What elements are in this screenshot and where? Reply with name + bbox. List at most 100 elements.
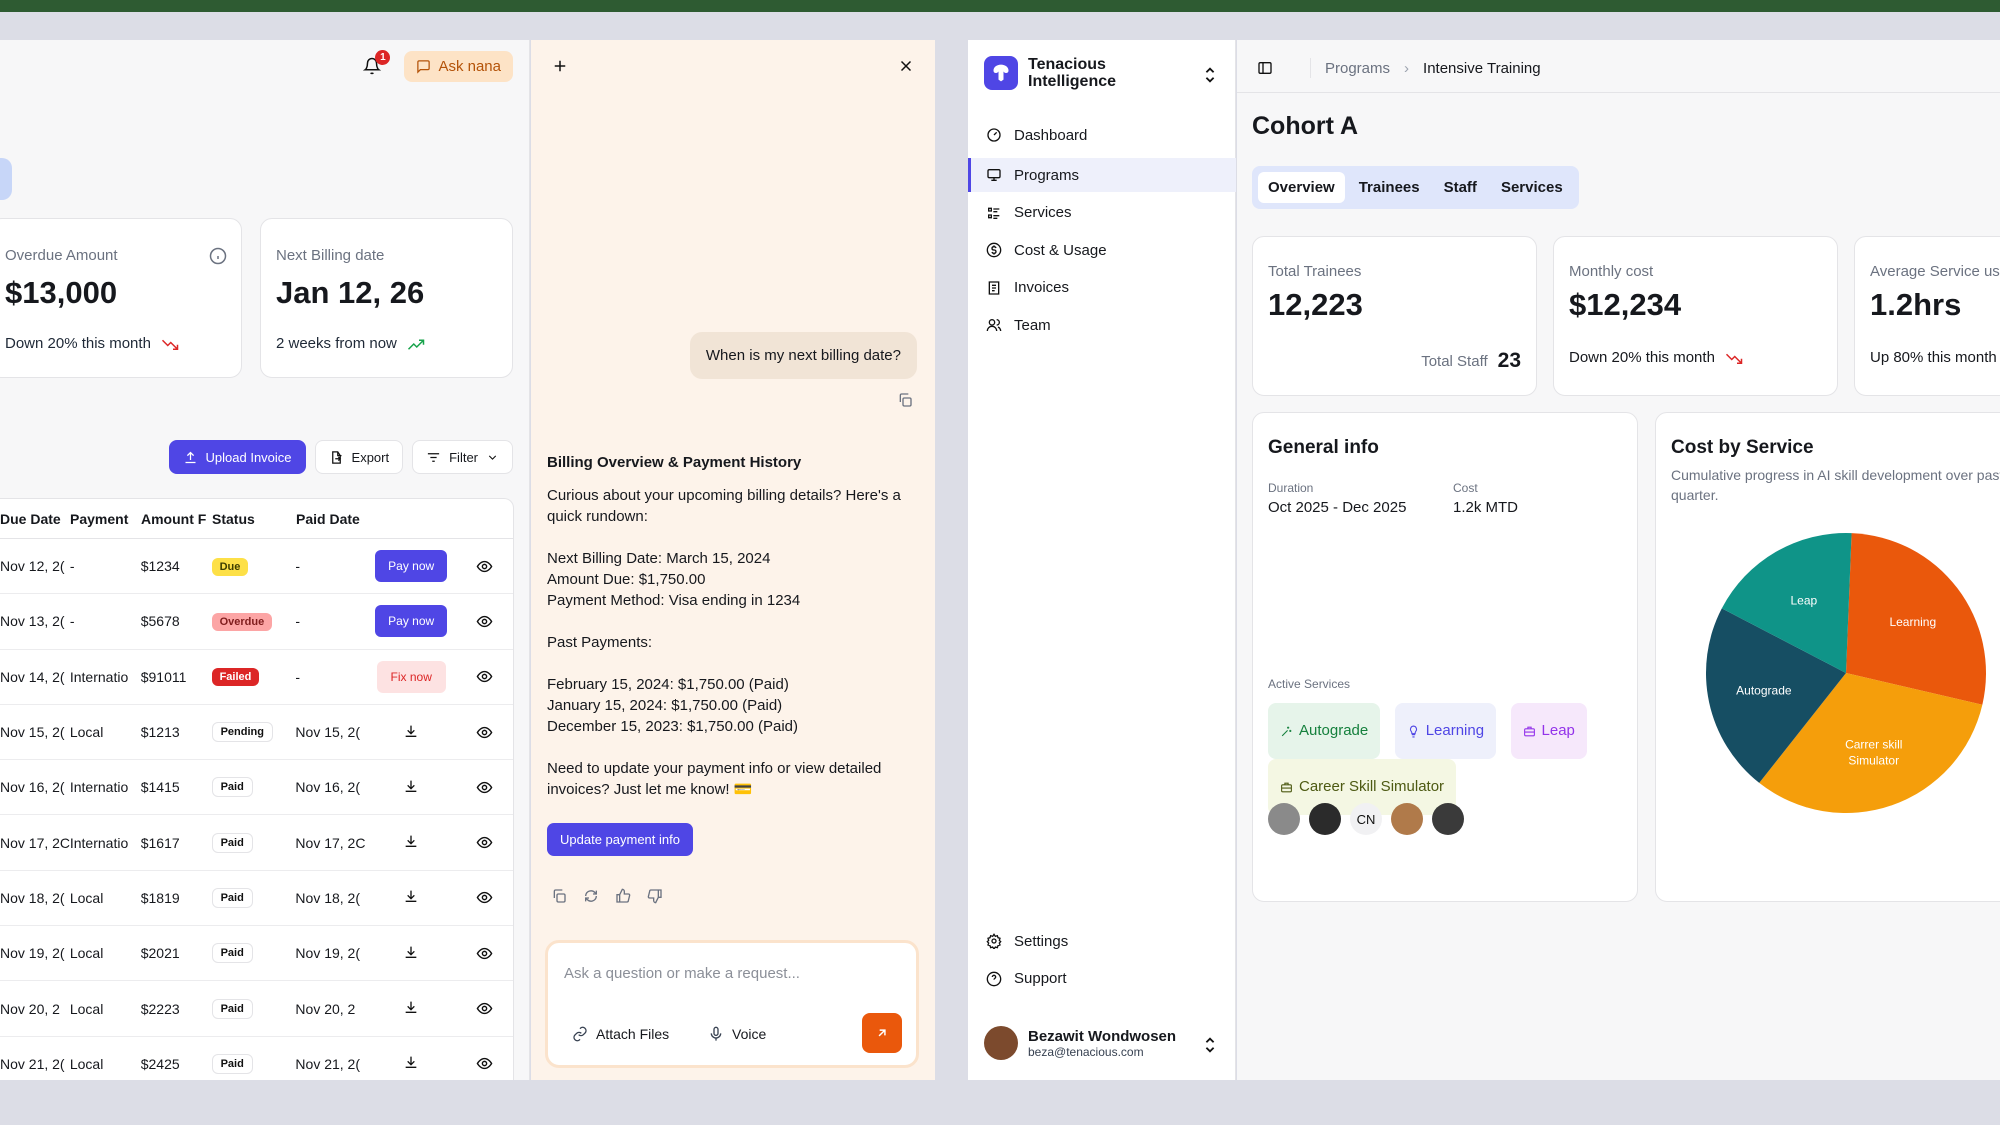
sidebar-item-services[interactable]: Services (968, 196, 1236, 230)
sidebar-item-cost-usage[interactable]: Cost & Usage (968, 233, 1236, 267)
total-staff: Total Staff 23 (1421, 349, 1521, 373)
thumbs-down-icon[interactable] (647, 888, 663, 904)
download-button[interactable] (403, 944, 419, 963)
table-row[interactable]: Nov 16, 2( Internatio $1415 Paid Nov 16,… (0, 760, 513, 816)
ask-nana-button[interactable]: Ask nana (404, 50, 513, 82)
sidebar-item-invoices[interactable]: Invoices (968, 271, 1236, 305)
sidebar-nav: Dashboard Programs Services Cost & Usage… (968, 118, 1236, 346)
avatar[interactable] (1268, 803, 1300, 835)
table-row[interactable]: Nov 15, 2( Local $1213 Pending Nov 15, 2… (0, 705, 513, 761)
tab-staff[interactable]: Staff (1434, 172, 1487, 203)
eye-icon (476, 1058, 493, 1070)
sidebar-item-dashboard[interactable]: Dashboard (968, 118, 1236, 152)
column-payment[interactable]: Payment (70, 511, 141, 527)
chevron-right-icon: › (1404, 59, 1410, 77)
download-button[interactable] (403, 999, 419, 1018)
sidebar-bottom-nav: Settings Support (968, 924, 1236, 999)
avatar[interactable] (1309, 803, 1341, 835)
monitor-icon (987, 169, 1001, 181)
column-status[interactable]: Status (212, 511, 296, 527)
tab-overview[interactable]: Overview (1258, 172, 1345, 203)
info-icon[interactable] (209, 247, 227, 265)
table-row[interactable]: Nov 12, 2( - $1234 Due - Pay now (0, 539, 513, 595)
tab-trainees[interactable]: Trainees (1349, 172, 1430, 203)
breadcrumb-programs[interactable]: Programs (1325, 60, 1390, 77)
thumbs-up-icon[interactable] (615, 888, 631, 904)
paid-date-cell: - (295, 558, 301, 575)
eye-icon (476, 560, 493, 572)
column-amount[interactable]: Amount F (141, 511, 212, 527)
plus-icon[interactable] (551, 57, 569, 75)
fix-now-button[interactable]: Fix now (376, 660, 446, 693)
download-button[interactable] (403, 1054, 419, 1073)
view-button[interactable] (456, 1055, 513, 1072)
voice-button[interactable]: Voice (708, 1026, 766, 1042)
table-row[interactable]: Nov 18, 2( Local $1819 Paid Nov 18, 2( (0, 871, 513, 927)
pay-now-button[interactable]: Pay now (375, 605, 448, 638)
total-trainees-label: Total Trainees (1268, 263, 1362, 280)
amount-cell: $1819 (140, 889, 180, 906)
download-button[interactable] (403, 723, 419, 742)
monthly-cost-value: $12,234 (1569, 287, 1682, 322)
table-row[interactable]: Nov 14, 2( Internatio $91011 Failed - Fi… (0, 650, 513, 705)
chevron-up-down-icon[interactable] (1203, 66, 1217, 84)
sidebar-item-support[interactable]: Support (968, 962, 1236, 996)
export-button[interactable]: Export (314, 440, 404, 474)
send-button[interactable] (862, 1013, 902, 1053)
table-row[interactable]: Nov 17, 2C Internatio $1617 Paid Nov 17,… (0, 815, 513, 871)
user-profile[interactable]: Bezawit Wondwosen beza@tenacious.com (984, 1026, 1176, 1060)
close-icon[interactable] (897, 57, 915, 75)
column-paid-date[interactable]: Paid Date (296, 511, 367, 527)
service-chip-learning[interactable]: Learning (1394, 703, 1497, 759)
download-button[interactable] (403, 888, 419, 907)
invoices-table: Due Date Payment Amount F Status Paid Da… (0, 498, 514, 1080)
tab-services[interactable]: Services (1491, 172, 1573, 203)
notifications-button[interactable]: 1 (360, 50, 391, 78)
view-button[interactable] (456, 1000, 513, 1017)
status-cell: Paid (211, 832, 296, 853)
view-button[interactable] (456, 779, 513, 796)
table-row[interactable]: Nov 19, 2( Local $2021 Paid Nov 19, 2( (0, 926, 513, 982)
chevron-down-icon (488, 454, 497, 460)
table-row[interactable]: Nov 13, 2( - $5678 Overdue - Pay now (0, 594, 513, 650)
view-button[interactable] (456, 889, 513, 906)
workspace-brand[interactable]: Tenacious Intelligence (984, 56, 1116, 90)
table-row[interactable]: Nov 20, 2 Local $2223 Paid Nov 20, 2 (0, 981, 513, 1037)
copy-icon[interactable] (897, 392, 913, 408)
attach-files-button[interactable]: Attach Files (572, 1026, 669, 1042)
sidebar-toggle-icon[interactable] (1257, 60, 1273, 76)
view-button[interactable] (456, 724, 513, 741)
copy-icon[interactable] (551, 888, 567, 904)
sidebar-item-team[interactable]: Team (968, 308, 1236, 342)
column-due-date[interactable]: Due Date (0, 511, 70, 527)
chat-input[interactable]: Ask a question or make a request... (564, 965, 800, 982)
view-button[interactable] (456, 558, 513, 575)
sidebar-item-programs[interactable]: Programs (968, 158, 1236, 192)
payment-cell: - (69, 613, 75, 630)
download-button[interactable] (403, 833, 419, 852)
table-header: Due Date Payment Amount F Status Paid Da… (0, 499, 513, 539)
avatar-initials[interactable]: CN (1350, 803, 1382, 835)
view-button[interactable] (456, 834, 513, 851)
avatar[interactable] (1432, 803, 1464, 835)
view-button[interactable] (456, 945, 513, 962)
table-row[interactable]: Nov 21, 2( Local $2425 Paid Nov 21, 2( (0, 1037, 513, 1080)
header-divider (1287, 58, 1311, 78)
service-chip-autograde[interactable]: Autograde (1268, 703, 1381, 759)
download-button[interactable] (403, 778, 419, 797)
billing-header: 1 Ask nana (0, 40, 529, 92)
upload-invoice-button[interactable]: Upload Invoice (168, 440, 306, 474)
view-button[interactable] (456, 613, 513, 630)
service-chip-leap[interactable]: Leap (1510, 703, 1587, 759)
update-payment-button[interactable]: Update payment info (547, 823, 693, 856)
regenerate-icon[interactable] (583, 888, 599, 904)
avatar[interactable] (1391, 803, 1423, 835)
pay-now-button[interactable]: Pay now (375, 550, 448, 583)
view-button[interactable] (456, 668, 513, 685)
overdue-amount-trend: Down 20% this month (5, 335, 179, 352)
table-body: Nov 12, 2( - $1234 Due - Pay now Nov 13,… (0, 539, 513, 1080)
action-cell (366, 778, 456, 797)
filter-button[interactable]: Filter (412, 440, 513, 474)
chevron-up-down-icon[interactable] (1203, 1036, 1217, 1054)
sidebar-item-settings[interactable]: Settings (968, 924, 1236, 958)
